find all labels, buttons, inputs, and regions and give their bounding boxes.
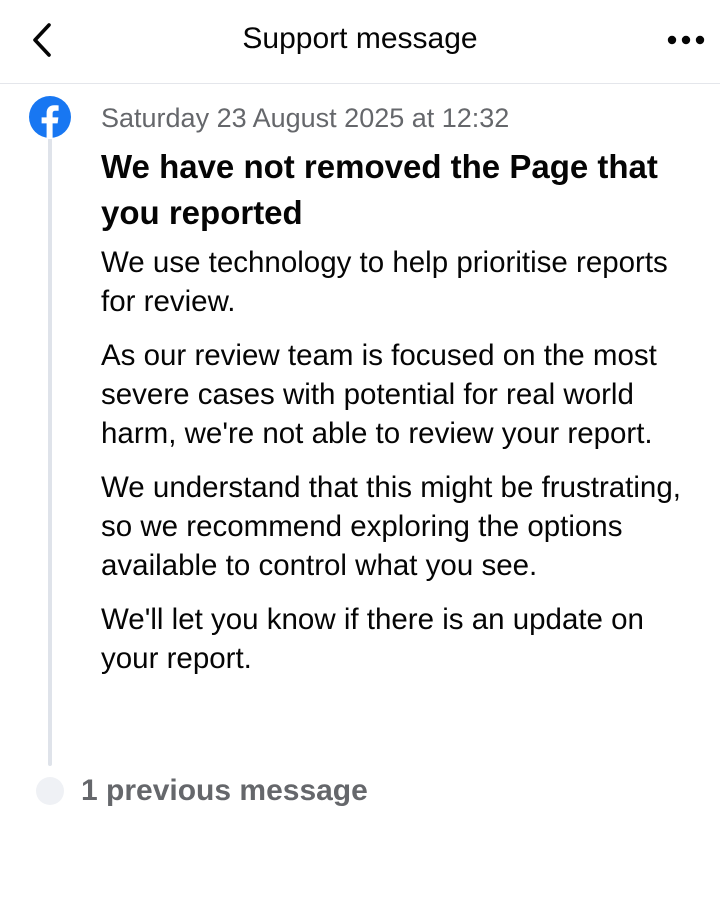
page-title: Support message xyxy=(242,22,478,55)
more-horizontal-icon xyxy=(667,35,705,45)
message-paragraph: We'll let you know if there is an update… xyxy=(101,603,644,675)
message-timestamp: Saturday 23 August 2025 at 12:32 xyxy=(101,103,510,133)
message-paragraph: As our review team is focused on the mos… xyxy=(101,339,657,450)
previous-messages-link[interactable]: 1 previous message xyxy=(81,771,368,811)
message-paragraph: We use technology to help prioritise rep… xyxy=(101,246,668,318)
facebook-logo-icon xyxy=(28,95,72,139)
message-paragraph: We understand that this might be frustra… xyxy=(101,471,681,582)
message-headline: We have not removed the Page that you re… xyxy=(101,148,658,231)
message-body: We use technology to help prioritise rep… xyxy=(101,243,706,693)
more-options-button[interactable] xyxy=(662,22,710,58)
timeline-dot xyxy=(36,777,64,805)
timeline-line xyxy=(48,138,52,766)
top-bar: Support message xyxy=(0,0,720,84)
